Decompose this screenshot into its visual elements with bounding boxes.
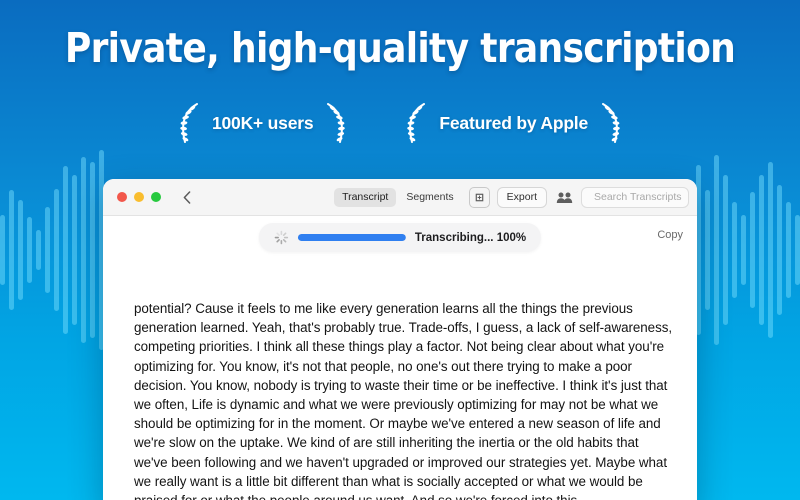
waveform-bar: [63, 166, 68, 334]
view-segmented-control[interactable]: Transcript Segments: [334, 187, 462, 207]
waveform-bar: [0, 215, 5, 285]
waveform-bar: [732, 202, 737, 298]
transcript-panel: Copy Transcribing... 100% potential? Cau…: [103, 216, 697, 500]
speakers-icon: [556, 192, 572, 203]
maximize-button[interactable]: [151, 192, 161, 202]
transcribing-progress: Transcribing... 100%: [258, 223, 542, 252]
traffic-lights: [117, 192, 161, 202]
back-button[interactable]: [179, 189, 195, 205]
waveform-bar: [768, 162, 773, 338]
search-input[interactable]: Search Transcripts: [581, 186, 689, 208]
waveform-bar: [36, 230, 41, 270]
badge-users: 100K+ users: [173, 101, 352, 145]
app-window: Transcript Segments Export Search Transc…: [103, 179, 697, 500]
laurel-icon: [407, 103, 426, 143]
translate-icon: [475, 193, 483, 201]
page-title: Private, high-quality transcription: [64, 24, 736, 72]
progress-bar-fill: [297, 234, 406, 241]
waveform-bar: [9, 190, 14, 310]
waveform-bar: [786, 202, 791, 298]
copy-button[interactable]: Copy: [657, 229, 683, 241]
waveform-bar: [90, 162, 95, 338]
waveform-bar: [27, 217, 32, 283]
laurel-icon: [327, 103, 346, 143]
toolbar-right: Transcript Segments Export Search Transc…: [334, 179, 689, 215]
tab-segments[interactable]: Segments: [398, 188, 461, 207]
waveform-bar: [795, 215, 800, 285]
waveform-bar: [18, 200, 23, 300]
badge-label: Featured by Apple: [439, 112, 589, 133]
badge-row: 100K+ users Featured by Apple: [0, 101, 800, 145]
waveform-bar: [72, 175, 77, 325]
waveform-bar: [777, 185, 782, 315]
waveform-bar: [45, 207, 50, 293]
waveform-decoration-left: [0, 0, 104, 500]
minimize-button[interactable]: [134, 192, 144, 202]
spinner-icon: [274, 230, 289, 245]
badge-featured: Featured by Apple: [400, 101, 627, 145]
transcript-text: potential? Cause it feels to me like eve…: [134, 301, 673, 500]
badge-label: 100K+ users: [211, 112, 314, 133]
search-placeholder: Search Transcripts: [594, 190, 682, 203]
speakers-button[interactable]: [554, 187, 574, 207]
window-titlebar: Transcript Segments Export Search Transc…: [103, 179, 697, 216]
translate-button[interactable]: [468, 186, 490, 208]
close-button[interactable]: [117, 192, 127, 202]
promo-banner: Private, high-quality transcription 100K…: [0, 0, 800, 500]
waveform-bar: [714, 155, 719, 345]
laurel-icon: [602, 103, 620, 143]
waveform-bar: [723, 175, 728, 325]
waveform-bar: [750, 192, 755, 308]
export-button[interactable]: Export: [496, 186, 547, 208]
progress-label: Transcribing... 100%: [414, 231, 527, 244]
waveform-bar: [759, 175, 764, 325]
waveform-bar: [705, 190, 710, 310]
laurel-icon: [180, 103, 198, 143]
tab-transcript[interactable]: Transcript: [334, 187, 397, 207]
waveform-bar: [54, 189, 59, 311]
progress-bar: [297, 234, 406, 241]
waveform-bar: [741, 215, 746, 285]
chevron-left-icon: [183, 190, 191, 204]
waveform-bar: [81, 157, 86, 343]
